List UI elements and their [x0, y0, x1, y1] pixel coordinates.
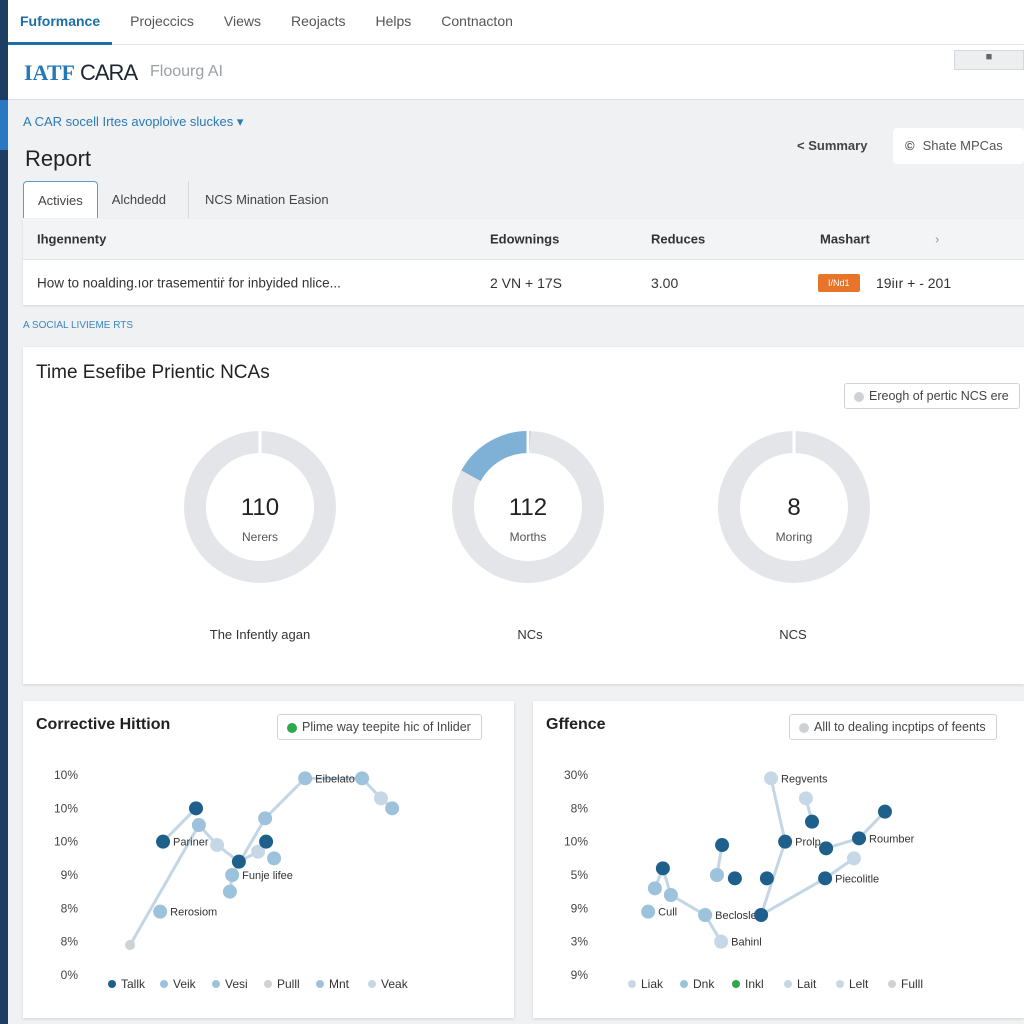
status-badge: I/Nd1	[818, 273, 860, 292]
table-row[interactable]: How to noalding.ıor trasementiṙ for inby…	[23, 260, 1024, 305]
logo-cara: CARA	[80, 60, 138, 85]
summary-link[interactable]: < Summary	[797, 138, 867, 153]
dot-icon	[799, 723, 809, 733]
tab-activies[interactable]: Activies	[23, 181, 98, 218]
nav-tab-fuformance[interactable]: Fuformance	[8, 0, 113, 45]
nav-tab-reojacts[interactable]: Reojacts	[279, 0, 357, 45]
share-button[interactable]: © Shate MPCas	[893, 128, 1024, 164]
row-mashart: 19iır + - 201	[876, 274, 952, 291]
nav-tab-projeccics[interactable]: Projeccics	[118, 0, 206, 45]
donut-value: 110	[241, 494, 279, 521]
col-reduces[interactable]: Reduces	[651, 232, 705, 247]
chart-card-right: Gffence Alll to dealing incptips of feen…	[533, 701, 1024, 1018]
sidebar	[0, 0, 8, 1024]
chart-title-left: Corrective Hittion	[36, 716, 171, 733]
copyright-icon: ©	[905, 138, 915, 153]
col-edownings[interactable]: Edownings	[490, 232, 559, 247]
donut-caption-2: NCs	[517, 627, 543, 642]
breadcrumb[interactable]: A CAR socell Irtes avoploive sluckes ▾	[23, 114, 243, 130]
tab-ncs-mination[interactable]: NCS Mination Easion	[188, 181, 343, 218]
tab-bar: Activies Alchdedd NCS Mination Easion	[23, 181, 343, 218]
header-subtitle: Floourg AI	[150, 63, 223, 80]
top-nav: Fuformance Projeccics Views Reojacts Hel…	[8, 0, 1024, 45]
row-reduces: 3.00	[651, 274, 679, 291]
filter-label: Alll to dealing incptips of feents	[814, 720, 986, 734]
donut-value: 112	[509, 494, 547, 521]
section-label: A SOCIAL LIVIEME RTS	[23, 320, 134, 331]
chart-card-left: Corrective Hittion Plime way teepite hic…	[23, 701, 514, 1018]
donut-fill	[461, 431, 531, 482]
col-mashart[interactable]: Mashart	[820, 232, 870, 247]
app-header: IATF CARA Floourg AI ■	[8, 45, 1024, 100]
row-edownings: 2 VN + 17S	[490, 274, 562, 291]
tab-alchdedd[interactable]: Alchdedd	[98, 181, 180, 218]
share-button-label: Shate MPCas	[922, 138, 1003, 153]
logo-iatf: IATF	[24, 60, 75, 85]
table-header: Ihgennenty Edownings Reduces Mashart ›	[23, 219, 1024, 260]
nav-tab-views[interactable]: Views	[212, 0, 273, 45]
nav-tab-contnacton[interactable]: Contnacton	[429, 0, 525, 45]
donut-value: 8	[787, 494, 800, 521]
header-toggle-button[interactable]: ■	[954, 50, 1024, 70]
donut-caption-1: The Infently agan	[209, 627, 311, 642]
toggle-icon: ■	[985, 51, 993, 63]
nav-tab-helps[interactable]: Helps	[363, 0, 423, 45]
page-title: Report	[25, 146, 92, 171]
donut-unit: Morths	[510, 530, 547, 544]
dot-icon	[287, 723, 297, 733]
sidebar-selected-item[interactable]	[0, 100, 8, 150]
chart-title-right: Gffence	[546, 716, 606, 733]
donut-unit: Nerers	[242, 530, 278, 544]
donut-unit: Moring	[776, 530, 813, 544]
chevron-right-icon[interactable]: ›	[935, 232, 939, 247]
chart-filter-left[interactable]: Plime way teepite hic of Inlider	[277, 714, 482, 740]
row-title[interactable]: How to noalding.ıor trasementiṙ for inby…	[37, 275, 341, 290]
filter-label: Plime way teepite hic of Inlider	[302, 720, 471, 734]
chart-filter-right[interactable]: Alll to dealing incptips of feents	[789, 714, 997, 740]
donut-caption-3: NCS	[779, 627, 807, 642]
donut-card: Time Esefibe Prientic NCAs Ereogh of per…	[23, 347, 1024, 684]
report-table: Ihgennenty Edownings Reduces Mashart › H…	[23, 219, 1024, 305]
col-ihgennenty[interactable]: Ihgennenty	[37, 232, 106, 247]
